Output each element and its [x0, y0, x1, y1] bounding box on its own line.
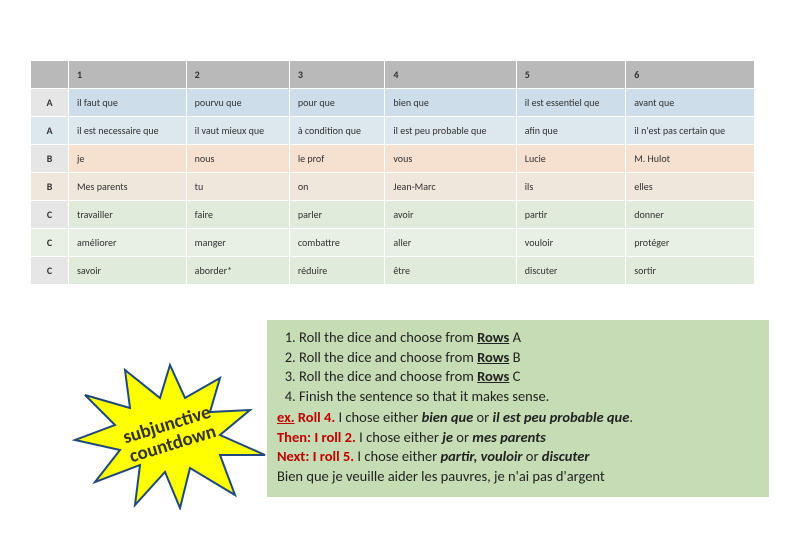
table-cell: travailler	[69, 201, 187, 229]
col-header: 5	[516, 61, 625, 89]
table-cell: Lucie	[516, 145, 625, 173]
table-cell: vouloir	[516, 229, 625, 257]
col-header: 2	[186, 61, 289, 89]
table-cell: je	[69, 145, 187, 173]
row-label: B	[31, 145, 69, 173]
table-cell: être	[385, 257, 516, 285]
table-cell: à condition que	[289, 117, 385, 145]
table-cell: avoir	[385, 201, 516, 229]
table-cell: avant que	[626, 89, 755, 117]
instruction-step: Finish the sentence so that it makes sen…	[299, 387, 759, 407]
table-cell: on	[289, 173, 385, 201]
table-cell: il vaut mieux que	[186, 117, 289, 145]
then-line: Then: I roll 2. I chose either je or mes…	[277, 428, 759, 448]
table-cell: combattre	[289, 229, 385, 257]
instruction-list: Roll the dice and choose from Rows A Rol…	[277, 328, 759, 406]
table-row: Caméliorermangercombattreallervouloirpro…	[31, 229, 755, 257]
table-cell: manger	[186, 229, 289, 257]
table-cell: savoir	[69, 257, 187, 285]
table-cell: bien que	[385, 89, 516, 117]
table-cell: afin que	[516, 117, 625, 145]
table-cell: Mes parents	[69, 173, 187, 201]
table-cell: réduire	[289, 257, 385, 285]
table-cell: il faut que	[69, 89, 187, 117]
table-cell: vous	[385, 145, 516, 173]
table-cell: le prof	[289, 145, 385, 173]
table-row: Ail est necessaire queil vaut mieux queà…	[31, 117, 755, 145]
table-cell: M. Hulot	[626, 145, 755, 173]
final-sentence: Bien que je veuille aider les pauvres, j…	[277, 467, 759, 487]
row-label: A	[31, 117, 69, 145]
example-line: ex. Roll 4. I chose either bien que or i…	[277, 408, 759, 428]
table-cell: discuter	[516, 257, 625, 285]
table-cell: améliorer	[69, 229, 187, 257]
table-cell: faire	[186, 201, 289, 229]
table-row: Ctravaillerfaireparleravoirpartirdonner	[31, 201, 755, 229]
table-cell: sortir	[626, 257, 755, 285]
table-cell: il est peu probable que	[385, 117, 516, 145]
table-cell: il est necessaire que	[69, 117, 187, 145]
table-cell: il n'est pas certain que	[626, 117, 755, 145]
header-row: 1 2 3 4 5 6	[31, 61, 755, 89]
row-label: C	[31, 229, 69, 257]
starburst: subjunctive countdown	[70, 360, 270, 510]
starburst-text: subjunctive countdown	[121, 403, 219, 468]
row-label: B	[31, 173, 69, 201]
table-cell: parler	[289, 201, 385, 229]
col-header: 4	[385, 61, 516, 89]
row-label: C	[31, 257, 69, 285]
table-row: Ail faut quepourvu quepour quebien queil…	[31, 89, 755, 117]
instruction-step: Roll the dice and choose from Rows A	[299, 328, 759, 348]
table-cell: elles	[626, 173, 755, 201]
col-header: 1	[69, 61, 187, 89]
vocab-table-wrap: 1 2 3 4 5 6 Ail faut quepourvu quepour q…	[0, 0, 785, 285]
col-header: 3	[289, 61, 385, 89]
table-cell: aller	[385, 229, 516, 257]
table-cell: nous	[186, 145, 289, 173]
table-cell: donner	[626, 201, 755, 229]
table-cell: ils	[516, 173, 625, 201]
vocab-table: 1 2 3 4 5 6 Ail faut quepourvu quepour q…	[30, 60, 755, 285]
table-row: Csavoiraborder*réduireêtrediscutersortir	[31, 257, 755, 285]
table-cell: protéger	[626, 229, 755, 257]
table-cell: aborder*	[186, 257, 289, 285]
row-label: C	[31, 201, 69, 229]
header-corner	[31, 61, 69, 89]
table-cell: pourvu que	[186, 89, 289, 117]
col-header: 6	[626, 61, 755, 89]
table-cell: Jean-Marc	[385, 173, 516, 201]
table-cell: partir	[516, 201, 625, 229]
row-label: A	[31, 89, 69, 117]
table-cell: pour que	[289, 89, 385, 117]
table-cell: il est essentiel que	[516, 89, 625, 117]
table-row: Bjenousle profvousLucieM. Hulot	[31, 145, 755, 173]
instructions-box: Roll the dice and choose from Rows A Rol…	[267, 320, 769, 497]
next-line: Next: I roll 5. I chose either partir, v…	[277, 447, 759, 467]
table-row: BMes parentstuonJean-Marcilselles	[31, 173, 755, 201]
instruction-step: Roll the dice and choose from Rows C	[299, 367, 759, 387]
instruction-step: Roll the dice and choose from Rows B	[299, 348, 759, 368]
table-cell: tu	[186, 173, 289, 201]
